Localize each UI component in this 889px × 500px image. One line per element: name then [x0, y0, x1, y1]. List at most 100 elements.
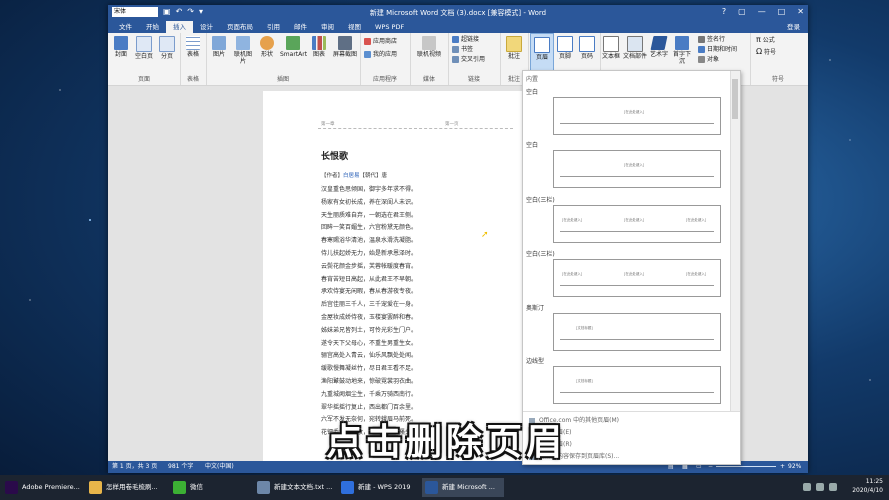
poem-line[interactable]: 姊妹弟兄皆列土，可怜光彩生门户。 — [321, 325, 417, 338]
shapes-button[interactable]: 形状 — [256, 33, 278, 58]
poem-line[interactable]: 云鬓花颜金步摇，芙蓉帐暖度春宵。 — [321, 261, 417, 274]
poem-line[interactable]: 渔阳鼙鼓动地来，惊破霓裳羽衣曲。 — [321, 376, 417, 389]
comment-button[interactable]: 批注 — [503, 33, 525, 60]
zoom-level[interactable]: 92% — [788, 461, 801, 473]
poem-line[interactable]: 杨家有女初长成，养在深闺人未识。 — [321, 197, 417, 210]
gallery-item-thumbnail[interactable]: [在此处键入] — [553, 150, 721, 188]
page-break-button[interactable]: 分页 — [156, 33, 178, 60]
page-count[interactable]: 第 1 页，共 3 页 — [112, 461, 157, 473]
tab-review[interactable]: 审阅 — [314, 21, 341, 33]
tab-mailings[interactable]: 邮件 — [287, 21, 314, 33]
taskbar-item[interactable]: 新建 - WPS 2019 — [338, 478, 420, 497]
gallery-item-label: 空白(三栏) — [526, 251, 555, 258]
symbol-button[interactable]: Ω 符号 — [756, 47, 776, 57]
cross-reference-button[interactable]: 交叉引用 — [452, 55, 485, 64]
tab-file[interactable]: 文件 — [112, 21, 139, 33]
footer-button[interactable]: 页脚 — [554, 33, 576, 60]
help-button[interactable]: ? — [722, 7, 726, 16]
app-store-button[interactable]: 应用商店 — [364, 37, 397, 46]
page-number-button[interactable]: 页码 — [576, 33, 598, 60]
word-count[interactable]: 981 个字 — [168, 461, 193, 473]
poem-line[interactable]: 回眸一笑百媚生，六宫粉黛无颜色。 — [321, 222, 417, 235]
taskbar-item[interactable]: 新建文本文档.txt ... — [254, 478, 336, 497]
maximize-button[interactable]: □ — [778, 7, 786, 16]
gallery-item-thumbnail[interactable]: [文档标题] — [553, 366, 721, 404]
signature-line-button[interactable]: 签名行 — [698, 35, 725, 44]
table-button[interactable]: 表格 — [182, 33, 204, 58]
poem-line[interactable]: 春寒赐浴华清池，温泉水滑洗凝脂。 — [321, 235, 417, 248]
tab-wps-pdf[interactable]: WPS PDF — [368, 21, 411, 33]
text-box-button[interactable]: 文本框 — [600, 33, 622, 60]
bookmark-button[interactable]: 书签 — [452, 45, 473, 54]
pictures-button[interactable]: 图片 — [208, 33, 230, 58]
gallery-item-thumbnail[interactable]: [文档标题] — [553, 313, 721, 351]
document-title[interactable]: 长恨歌 — [321, 149, 348, 162]
poem-line[interactable]: 天生丽质难自弃，一朝选在君王侧。 — [321, 210, 417, 223]
poem-line[interactable]: 金屋妆成娇侍夜，玉楼宴罢醉和春。 — [321, 312, 417, 325]
taskbar-item[interactable]: 怎样用卷毛梳刷... — [86, 478, 168, 497]
date-time-button[interactable]: 日期和时间 — [698, 45, 737, 54]
header-right-text[interactable]: 第一页 — [445, 121, 459, 127]
tab-view[interactable]: 视图 — [341, 21, 368, 33]
tab-home[interactable]: 开始 — [139, 21, 166, 33]
gallery-item-label: 空白(三栏) — [526, 197, 555, 204]
poem-line[interactable]: 春宵苦短日高起，从此君王不早朝。 — [321, 274, 417, 287]
poem-line[interactable]: 侍儿扶起娇无力，始是新承恩泽时。 — [321, 248, 417, 261]
poem-body[interactable]: 汉皇重色思倾国，御宇多年求不得。 杨家有女初长成，养在深闺人未识。 天生丽质难自弃，… — [321, 184, 417, 440]
clock[interactable]: 11:25 2020/4/10 — [852, 477, 883, 495]
drop-cap-button[interactable]: 首字下沉 — [671, 33, 693, 65]
taskbar-item[interactable]: 微信 — [170, 478, 252, 497]
sign-in-link[interactable]: 登录 — [787, 21, 800, 31]
taskbar-item[interactable]: 新建 Microsoft ... — [422, 478, 504, 497]
poem-line[interactable]: 承欢侍宴无闲暇，春从春游夜专夜。 — [321, 286, 417, 299]
zoom-slider[interactable] — [716, 466, 776, 467]
minimize-button[interactable]: — — [758, 7, 766, 16]
header-left-text[interactable]: 第一章 — [321, 121, 335, 127]
poem-line[interactable]: 后宫佳丽三千人，三千宠爱在一身。 — [321, 299, 417, 312]
close-button[interactable]: ✕ — [797, 7, 804, 16]
input-method-icon[interactable] — [829, 483, 837, 491]
tab-references[interactable]: 引用 — [260, 21, 287, 33]
tab-insert[interactable]: 插入 — [166, 21, 193, 33]
gallery-item-thumbnail[interactable]: [在此处键入] [在此处键入] [在此处键入] — [553, 205, 721, 243]
blank-page-button[interactable]: 空白页 — [133, 33, 155, 60]
language-indicator[interactable]: 中文(中国) — [205, 461, 234, 473]
ribbon-display-button[interactable]: ▢ — [738, 7, 746, 16]
gallery-item-thumbnail[interactable]: [在此处键入] [在此处键入] [在此处键入] — [553, 259, 721, 297]
chart-button[interactable]: 图表 — [308, 33, 330, 58]
poem-line[interactable]: 缓歌慢舞凝丝竹，尽日君王看不足。 — [321, 363, 417, 376]
poem-line[interactable]: 遂令天下父母心，不重生男重生女。 — [321, 338, 417, 351]
gallery-header-rule — [560, 285, 714, 286]
byline[interactable]: 【作者】白居易【朝代】唐 — [321, 171, 387, 179]
equation-button[interactable]: π 公式 — [756, 35, 775, 45]
mouse-cursor: ➚ — [481, 230, 489, 240]
smartart-button[interactable]: SmartArt — [280, 33, 307, 58]
gallery-header-rule — [560, 392, 714, 393]
smartart-icon — [286, 36, 300, 50]
gallery-item-label: 边线型 — [526, 358, 545, 365]
taskbar-item[interactable]: Adobe Premiere... — [2, 478, 84, 497]
tab-design[interactable]: 设计 — [193, 21, 220, 33]
volume-icon[interactable] — [816, 483, 824, 491]
poem-line[interactable]: 九重城阙烟尘生，千乘万骑西南行。 — [321, 389, 417, 402]
network-icon[interactable] — [803, 483, 811, 491]
quick-parts-button[interactable]: 文档部件 — [623, 33, 647, 60]
wordart-button[interactable]: 艺术字 — [648, 33, 670, 58]
poem-line[interactable]: 汉皇重色思倾国，御宇多年求不得。 — [321, 184, 417, 197]
online-video-button[interactable]: 联机视频 — [416, 33, 442, 58]
gallery-scrollbar[interactable] — [730, 71, 740, 411]
poem-line[interactable]: 骊宫高处入青云，仙乐风飘处处闻。 — [321, 350, 417, 363]
tab-page-layout[interactable]: 页面布局 — [220, 21, 260, 33]
object-button[interactable]: 对象 — [698, 55, 719, 64]
gallery-scroll-thumb[interactable] — [732, 79, 738, 119]
cover-page-icon — [114, 36, 128, 50]
online-pictures-button[interactable]: 联机图片 — [232, 33, 254, 65]
gallery-item-thumbnail[interactable]: [在此处键入] — [553, 97, 721, 135]
author-link[interactable]: 白居易 — [343, 173, 360, 179]
cover-page-button[interactable]: 封面 — [110, 33, 132, 58]
my-apps-button[interactable]: 我的应用 — [364, 50, 397, 59]
hyperlink-button[interactable]: 超链接 — [452, 35, 479, 44]
screenshot-button[interactable]: 屏幕截图 — [332, 33, 358, 58]
group-symbols: π 公式 Ω 符号 符号 — [750, 33, 806, 85]
zoom-in-icon[interactable]: + — [780, 461, 785, 473]
